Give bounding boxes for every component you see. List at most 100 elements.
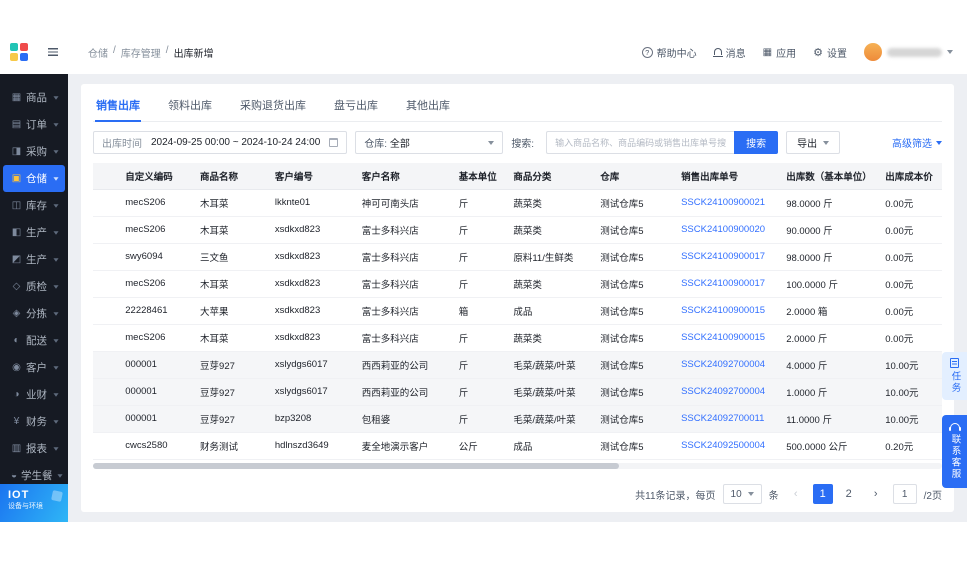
page-number-button[interactable]: 2 (839, 484, 859, 504)
cell-order-no-link[interactable]: SSCK24100900015 (675, 324, 781, 352)
chevron-down-icon (53, 419, 59, 424)
messages-action[interactable]: 消息 (712, 45, 746, 60)
collapse-sidebar-icon[interactable] (48, 48, 58, 56)
cell-product-name: 豆芽927 (194, 405, 269, 433)
search-button[interactable]: 搜索 (734, 131, 779, 154)
column-header[interactable]: 客户编号 (268, 163, 356, 190)
per-page-select[interactable]: 10 (722, 484, 762, 504)
prev-page-button[interactable]: ‹ (786, 484, 806, 504)
cell-order-no-link[interactable]: SSCK24100900017 (675, 243, 781, 271)
table-header-row: 自定义编码 商品名称 客户编号 客户名称 基本单位 商品分类 仓库 销售出库单号 出库数（基本单… (93, 163, 942, 190)
scrollbar-thumb[interactable] (93, 462, 620, 469)
column-header[interactable]: 基本单位 (452, 163, 508, 190)
row-select-cell (93, 216, 120, 244)
chevron-down-icon (53, 95, 59, 100)
breadcrumb-item[interactable]: 库存管理 / (121, 45, 169, 60)
warehouse-icon: ▣ (11, 173, 22, 184)
table-row[interactable]: cwcs2580 财务测试 hdlnszd3649 麦全地演示客户 公斤 成品 … (93, 432, 942, 460)
tab-material-outbound[interactable]: 领料出库 (167, 90, 213, 121)
sidebar-item-quality[interactable]: ◇ 质检 (3, 273, 65, 300)
table-row[interactable]: 000001 豆芽927 xslydgs6017 西西莉亚的公司 斤 毛菜/蔬菜… (93, 351, 942, 379)
column-header[interactable]: 商品名称 (194, 163, 269, 190)
apps-icon: ▦ (762, 46, 773, 58)
cell-order-no-link[interactable]: SSCK24092700011 (675, 405, 781, 433)
cell-customer-name: 西西莉亚的公司 (355, 351, 453, 379)
chevron-down-icon (53, 122, 59, 127)
cell-category: 毛菜/蔬菜/叶菜 (507, 351, 595, 379)
column-header[interactable]: 出库成本价 (879, 163, 942, 190)
chevron-down-icon (53, 203, 59, 208)
sidebar-item-sorting[interactable]: ◈ 分拣 (3, 300, 65, 327)
sidebar-item-goods[interactable]: ▦ 商品 (3, 84, 65, 111)
chevron-down-icon (947, 50, 953, 54)
apps-action[interactable]: ▦ 应用 (763, 45, 796, 60)
sidebar-item-warehouse[interactable]: ▣ 仓储 (3, 165, 65, 192)
cell-order-no-link[interactable]: SSCK24100900015 (675, 297, 781, 325)
table-row[interactable]: 22228461 大苹果 xsdkxd823 富士多科兴店 箱 成品 测试仓库5… (93, 297, 942, 325)
total-pages-label: /2页 (923, 490, 942, 502)
table-row[interactable]: mecS206 木耳菜 lkknte01 神可可南头店 斤 蔬菜类 测试仓库5 … (93, 189, 942, 217)
cell-unit: 斤 (452, 324, 508, 352)
sidebar-item-bizfinance[interactable]: ◑ 业财 (3, 381, 65, 408)
cell-unit: 斤 (452, 405, 508, 433)
cell-customer-no: xslydgs6017 (268, 378, 356, 406)
cell-category: 原料11/生鲜类 (507, 243, 595, 271)
table-row[interactable]: mecS206 木耳菜 xsdkxd823 富士多科兴店 斤 蔬菜类 测试仓库5… (93, 270, 942, 298)
user-menu[interactable] (864, 43, 953, 61)
iot-badge[interactable]: IOT 设备与环境 (0, 484, 68, 522)
search-input[interactable] (546, 131, 735, 154)
cell-category: 蔬菜类 (507, 324, 595, 352)
breadcrumb-item[interactable]: 仓储 / (88, 45, 116, 60)
next-page-button[interactable]: › (866, 484, 886, 504)
row-select-cell (93, 378, 120, 406)
cell-order-no-link[interactable]: SSCK24100900020 (675, 216, 781, 244)
sidebar-item-inventory[interactable]: ◫ 库存 (3, 192, 65, 219)
settings-action[interactable]: ⚙ 设置 (813, 45, 847, 60)
advanced-filter-link[interactable]: 高级筛选 (892, 135, 942, 150)
column-header[interactable]: 自定义编码 (119, 163, 195, 190)
tab-sales-outbound[interactable]: 销售出库 (95, 90, 141, 122)
contact-support-floater-button[interactable]: 联系客服 (942, 415, 967, 488)
cell-order-no-link[interactable]: SSCK24100900017 (675, 270, 781, 298)
sidebar-item-orders[interactable]: ▤ 订单 (3, 111, 65, 138)
export-button[interactable]: 导出 (786, 131, 841, 154)
chevron-down-icon (747, 492, 754, 496)
cell-order-no-link[interactable]: SSCK24092500004 (675, 432, 781, 460)
column-header[interactable]: 出库数（基本单位） (780, 163, 880, 190)
page-number-button[interactable]: 1 (812, 484, 833, 504)
cell-category: 蔬菜类 (507, 270, 595, 298)
tab-purchase-return-outbound[interactable]: 采购退货出库 (239, 90, 307, 121)
column-header[interactable]: 销售出库单号 (675, 163, 781, 190)
table-row[interactable]: mecS206 木耳菜 xsdkxd823 富士多科兴店 斤 蔬菜类 测试仓库5… (93, 324, 942, 352)
cell-product-name: 木耳菜 (194, 216, 269, 244)
column-header[interactable]: 商品分类 (507, 163, 595, 190)
cell-qty: 11.0000 斤 (780, 405, 880, 433)
breadcrumb-item[interactable]: 出库新增 / (174, 45, 214, 60)
table-row[interactable]: 000001 豆芽927 bzp3208 包租婆 斤 毛菜/蔬菜/叶菜 测试仓库… (93, 405, 942, 433)
tab-other-outbound[interactable]: 其他出库 (405, 90, 451, 121)
help-center-action[interactable]: ? 帮助中心 (641, 45, 697, 60)
column-header[interactable]: 客户名称 (355, 163, 453, 190)
horizontal-scrollbar[interactable] (93, 462, 942, 469)
sidebar: ▦ 商品 ▤ 订单 ◨ 采购 ▣ 仓储 ◫ 库存 ◧ 生产 ◩ 生产 ◇ 质检 … (0, 74, 68, 522)
sidebar-item-production-2[interactable]: ◩ 生产 (3, 246, 65, 273)
task-floater-button[interactable]: 任务 (942, 352, 967, 400)
column-header[interactable]: 仓库 (594, 163, 676, 190)
sidebar-item-reports[interactable]: ▥ 报表 (3, 435, 65, 462)
cell-order-no-link[interactable]: SSCK24092700004 (675, 351, 781, 379)
tab-loss-outbound[interactable]: 盘亏出库 (333, 90, 379, 121)
page-jump-input[interactable]: 1 (892, 484, 917, 504)
warehouse-select[interactable]: 仓库: 全部 (355, 131, 504, 154)
sidebar-item-customers[interactable]: ◉ 客户 (3, 354, 65, 381)
sidebar-item-purchase[interactable]: ◨ 采购 (3, 138, 65, 165)
table-row[interactable]: mecS206 木耳菜 xsdkxd823 富士多科兴店 斤 蔬菜类 测试仓库5… (93, 216, 942, 244)
cell-order-no-link[interactable]: SSCK24092700004 (675, 378, 781, 406)
date-range-picker[interactable]: 出库时间 2024-09-25 00:00 ~ 2024-10-24 24:00 (93, 131, 348, 154)
table-row[interactable]: 000001 豆芽927 xslydgs6017 西西莉亚的公司 斤 毛菜/蔬菜… (93, 378, 942, 406)
sidebar-item-production-1[interactable]: ◧ 生产 (3, 219, 65, 246)
cell-order-no-link[interactable]: SSCK24100900021 (675, 189, 781, 217)
avatar (864, 43, 882, 61)
sidebar-item-finance[interactable]: ¥ 财务 (3, 408, 65, 435)
sidebar-item-delivery[interactable]: ◐ 配送 (3, 327, 65, 354)
table-row[interactable]: swy6094 三文鱼 xsdkxd823 富士多科兴店 斤 原料11/生鲜类 … (93, 243, 942, 271)
